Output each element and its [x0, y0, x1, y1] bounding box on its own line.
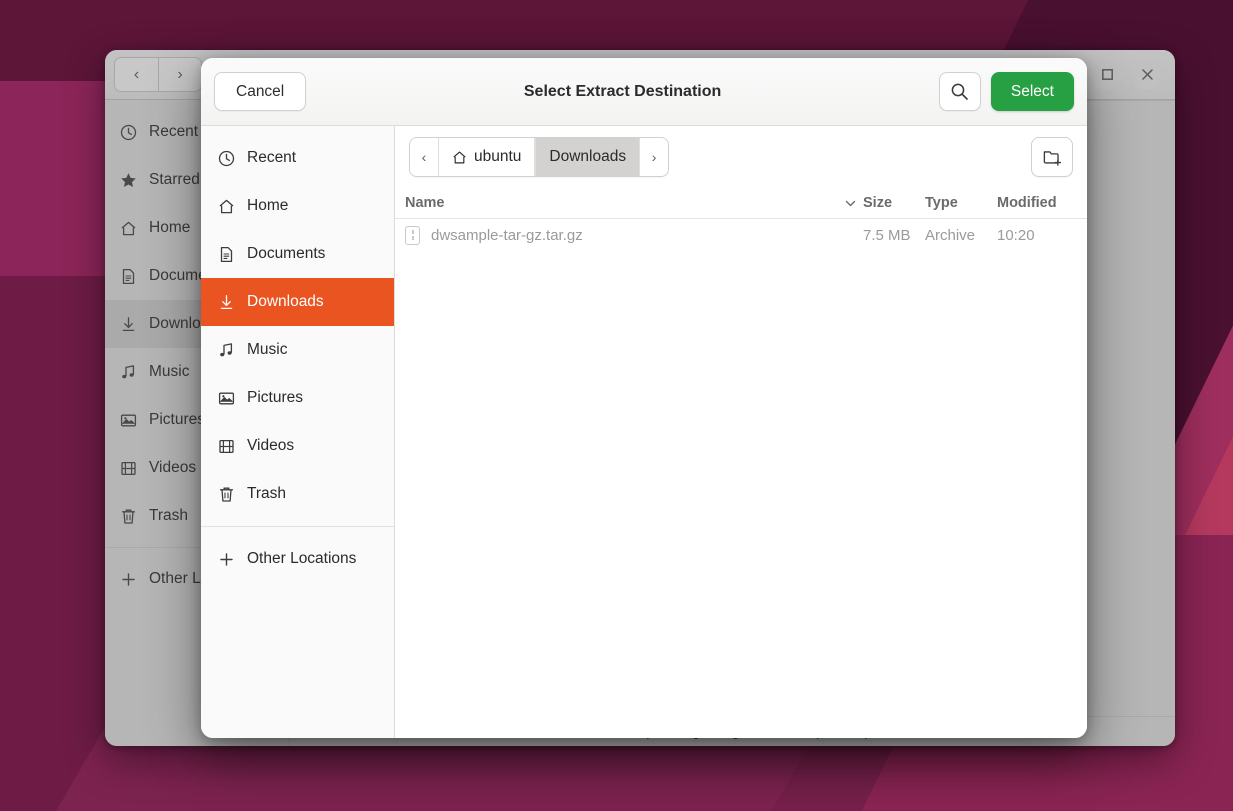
dialog-sidebar-divider — [201, 526, 394, 527]
picture-icon — [119, 411, 138, 430]
sidebar-item-label: Trash — [149, 507, 189, 524]
column-header-name[interactable]: Name — [403, 195, 837, 211]
dialog-sidebar-item-documents[interactable]: Documents — [201, 230, 394, 278]
chevron-left-icon: ‹ — [133, 65, 140, 83]
sidebar-item-label: Music — [149, 363, 190, 380]
dialog-sidebar-item-recent[interactable]: Recent — [201, 134, 394, 182]
breadcrumb-item-ubuntu[interactable]: ubuntu — [438, 138, 536, 176]
new-folder-icon — [1043, 150, 1061, 166]
dialog-sidebar-item-label: Trash — [247, 485, 287, 502]
file-size-cell: 7.5 MB — [863, 226, 911, 244]
dialog-sidebar-item-label: Pictures — [247, 389, 303, 406]
dialog-sidebar-item-label: Home — [247, 197, 289, 214]
column-header-type[interactable]: Type — [925, 195, 997, 211]
column-header-size-label: Size — [863, 195, 893, 211]
dialog-sidebar-item-videos[interactable]: Videos — [201, 422, 394, 470]
dialog-title: Select Extract Destination — [523, 82, 722, 100]
dialog-sidebar-item-label: Videos — [247, 437, 295, 454]
dialog-sidebar-item-downloads[interactable]: Downloads — [201, 278, 394, 326]
column-header-size[interactable]: Size — [863, 195, 925, 211]
maximize-button[interactable] — [1092, 59, 1122, 90]
video-icon — [119, 459, 138, 478]
file-list[interactable]: Name Size Type Modified dwsample-tar-gz.… — [395, 188, 1087, 738]
dialog-sidebar-item-pictures[interactable]: Pictures — [201, 374, 394, 422]
column-header-modified[interactable]: Modified — [997, 195, 1079, 211]
sidebar-item-label: Recent — [149, 123, 199, 140]
breadcrumb-item-label: Downloads — [549, 148, 627, 165]
window-controls — [1092, 59, 1166, 90]
maximize-icon — [1101, 69, 1113, 80]
dialog-sidebar-item-other-locations[interactable]: Other Locations — [201, 535, 394, 583]
search-button[interactable] — [938, 72, 981, 111]
file-modified-cell: 10:20 — [997, 226, 1035, 244]
back-button[interactable]: ‹ — [115, 58, 158, 91]
sidebar-item-label: Pictures — [149, 411, 205, 428]
dialog-sidebar-item-label: Downloads — [247, 293, 324, 310]
dialog-sidebar: Recent Home Documents Downloads Music Pi… — [201, 126, 395, 738]
picture-icon — [217, 389, 236, 408]
dialog-sidebar-item-home[interactable]: Home — [201, 182, 394, 230]
download-icon — [119, 315, 138, 334]
trash-icon — [217, 485, 236, 504]
chevron-left-icon: ‹ — [421, 149, 427, 165]
dialog-body: Recent Home Documents Downloads Music Pi… — [201, 126, 1087, 738]
dialog-sidebar-item-label: Recent — [247, 149, 297, 166]
cancel-button-label: Cancel — [236, 82, 285, 100]
chevron-right-icon: › — [651, 149, 657, 165]
home-icon — [119, 219, 138, 238]
chevron-right-icon: › — [177, 65, 183, 83]
dialog-sidebar-item-trash[interactable]: Trash — [201, 470, 394, 518]
cancel-button[interactable]: Cancel — [214, 72, 307, 111]
column-header-name-label: Name — [405, 195, 445, 211]
dialog-sidebar-item-label: Other Locations — [247, 550, 357, 567]
home-icon — [217, 197, 236, 216]
new-folder-button[interactable] — [1031, 137, 1073, 177]
home-icon — [452, 150, 467, 165]
pathbar-forward-button[interactable]: › — [640, 138, 669, 176]
star-icon — [119, 171, 138, 190]
select-extract-destination-dialog[interactable]: Cancel Select Extract Destination Select… — [201, 58, 1087, 738]
plus-icon — [119, 570, 138, 589]
video-icon — [217, 437, 236, 456]
pathbar-row: ‹ ubuntu Downloads › — [395, 126, 1087, 188]
file-list-header: Name Size Type Modified — [395, 188, 1087, 219]
dialog-sidebar-item-label: Documents — [247, 245, 326, 262]
table-row[interactable]: dwsample-tar-gz.tar.gz 7.5 MB Archive 10… — [395, 219, 1087, 251]
forward-button[interactable]: › — [158, 58, 201, 91]
dialog-main-area: ‹ ubuntu Downloads › Name Size Type Modi… — [395, 126, 1087, 738]
sidebar-item-label: Home — [149, 219, 191, 236]
document-icon — [217, 245, 236, 264]
column-header-modified-label: Modified — [997, 195, 1057, 211]
search-icon — [952, 83, 969, 100]
archive-icon — [405, 225, 420, 245]
clock-icon — [217, 149, 236, 168]
music-icon — [217, 341, 236, 360]
breadcrumb: ‹ ubuntu Downloads › — [409, 137, 670, 177]
dialog-headerbar: Cancel Select Extract Destination Select — [201, 58, 1087, 126]
breadcrumb-item-label: ubuntu — [474, 148, 522, 165]
sort-descending-icon[interactable] — [837, 197, 863, 210]
pathbar-back-button[interactable]: ‹ — [410, 138, 438, 176]
file-type-cell: Archive — [925, 226, 976, 244]
document-icon — [119, 267, 138, 286]
dialog-sidebar-item-music[interactable]: Music — [201, 326, 394, 374]
column-header-type-label: Type — [925, 195, 958, 211]
clock-icon — [119, 123, 138, 142]
file-list-rows: dwsample-tar-gz.tar.gz 7.5 MB Archive 10… — [395, 219, 1087, 738]
sidebar-item-label: Videos — [149, 459, 197, 476]
sidebar-item-label: Starred — [149, 171, 200, 188]
close-button[interactable] — [1132, 59, 1162, 90]
nav-button-group: ‹ › — [114, 57, 202, 92]
music-icon — [119, 363, 138, 382]
file-name-label: dwsample-tar-gz.tar.gz — [431, 226, 583, 244]
plus-icon — [217, 550, 236, 569]
select-button[interactable]: Select — [990, 72, 1074, 111]
select-button-label: Select — [1010, 82, 1054, 100]
breadcrumb-item-downloads[interactable]: Downloads — [535, 138, 641, 176]
download-icon — [217, 293, 236, 312]
dialog-sidebar-item-label: Music — [247, 341, 288, 358]
file-name-cell: dwsample-tar-gz.tar.gz — [403, 225, 837, 245]
close-icon — [1141, 69, 1153, 80]
trash-icon — [119, 507, 138, 526]
